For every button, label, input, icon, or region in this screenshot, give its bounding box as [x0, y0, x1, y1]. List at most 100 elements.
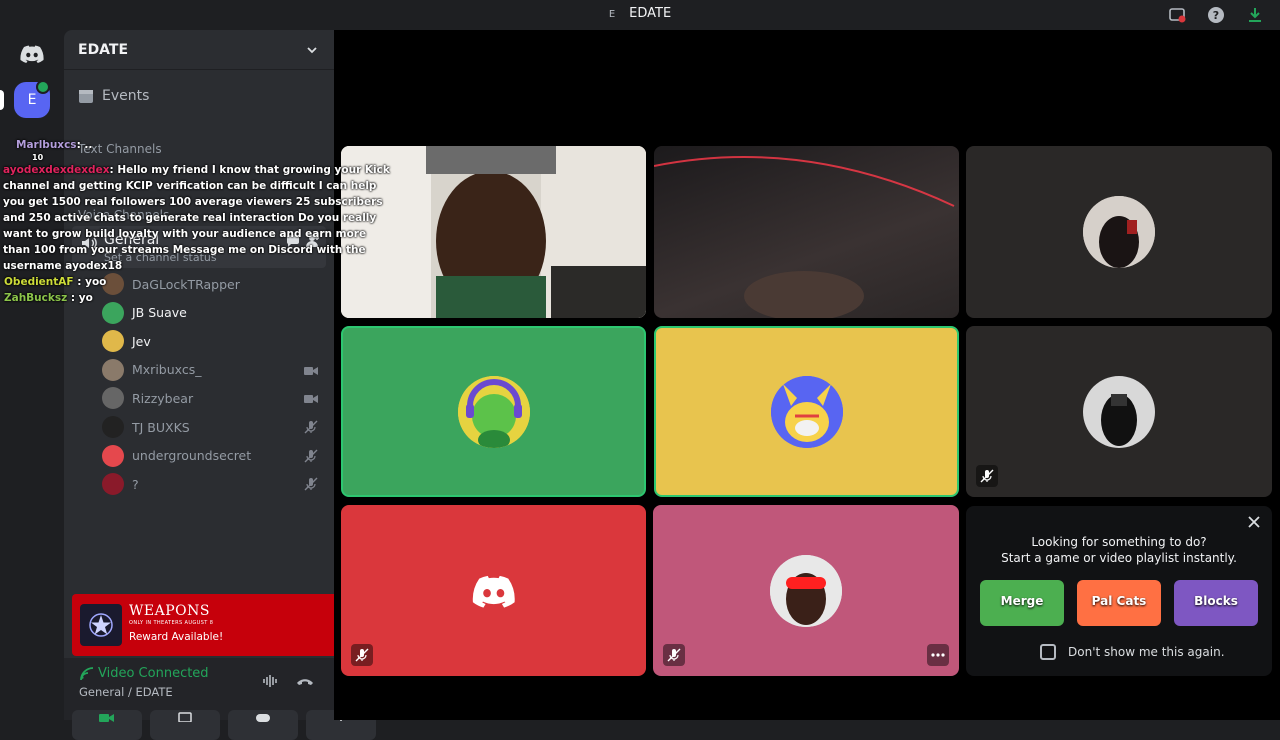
avatar	[102, 330, 124, 353]
activity-game-tile[interactable]: Merge	[980, 580, 1064, 626]
participant-avatar	[1083, 196, 1155, 268]
camera-icon	[304, 395, 318, 404]
more-options-button[interactable]	[927, 644, 949, 666]
voice-member-status	[304, 419, 318, 438]
voice-connected-status[interactable]: Video Connected	[80, 666, 209, 681]
discord-logo-icon	[20, 45, 44, 63]
chat-message: ObedientAF : yoo	[0, 274, 390, 290]
voice-member[interactable]: Mxribuxcs_	[102, 358, 322, 382]
camera-button[interactable]	[72, 710, 142, 740]
voice-member-name: JB Suave	[132, 305, 187, 321]
voice-member-name: ?	[132, 476, 139, 492]
video-tile-question[interactable]	[653, 505, 959, 676]
activity-games: Merge Pal Cats Blocks	[980, 580, 1258, 626]
voice-member[interactable]: undergroundsecret	[102, 444, 322, 468]
video-tile-jb-suave[interactable]	[341, 326, 646, 497]
svg-text:?: ?	[1213, 9, 1219, 22]
voice-member[interactable]: TJ BUXKS	[102, 415, 322, 439]
muted-indicator	[663, 644, 685, 666]
chat-separator: :	[73, 276, 86, 288]
chat-username: ObedientAF	[4, 276, 74, 288]
activity-button[interactable]	[228, 710, 298, 740]
activity-game-name: Blocks	[1194, 594, 1238, 608]
activity-game-tile[interactable]: Pal Cats	[1077, 580, 1161, 626]
calendar-icon	[79, 90, 93, 103]
activity-prompt: Looking for something to do? Start a gam…	[966, 534, 1272, 566]
participant-avatar	[1083, 375, 1155, 448]
voice-member-name: Rizzybear	[132, 390, 194, 406]
server-badge: E	[608, 9, 616, 20]
muted-indicator	[351, 644, 373, 666]
avatar	[102, 416, 124, 438]
voice-channel-path[interactable]: General / EDATE	[79, 685, 173, 699]
events-item[interactable]: Events	[78, 88, 149, 104]
chat-username: ZahBucksz	[4, 292, 68, 304]
participant-video	[654, 156, 955, 318]
chat-badge: 10	[32, 153, 44, 162]
activity-game-name: Merge	[1000, 594, 1044, 608]
video-tile-avatar-3[interactable]	[966, 146, 1272, 318]
chat-separator: : ..	[76, 139, 93, 151]
weapons-logo-icon	[80, 604, 122, 646]
chat-text: yoo	[85, 276, 107, 288]
camera-icon	[304, 366, 318, 375]
live-indicator-icon	[36, 80, 50, 94]
help-icon[interactable]: ?	[1207, 6, 1225, 24]
chat-text: Hello my friend I know that growing your…	[3, 164, 390, 272]
title-bar: E EDATE ?	[0, 0, 1280, 30]
chat-message: ayodexdexdexdex: Hello my friend I know …	[0, 162, 390, 274]
voice-member-status	[304, 476, 318, 495]
voice-connected-label: Video Connected	[98, 666, 209, 681]
promo-title: WEAPONS	[129, 603, 210, 619]
mic-off-icon	[980, 469, 994, 483]
activity-prompt-line1: Looking for something to do?	[1031, 535, 1207, 549]
video-tile-camera-2[interactable]	[654, 146, 959, 318]
video-tile-avatar-6[interactable]	[966, 326, 1272, 497]
ellipsis-icon	[931, 653, 945, 657]
events-label: Events	[102, 88, 150, 104]
inbox-icon[interactable]	[1168, 6, 1186, 24]
server-header[interactable]: EDATE	[64, 30, 334, 70]
dont-show-again[interactable]: Don't show me this again.	[1040, 644, 1225, 660]
gamepad-icon	[256, 714, 270, 722]
camera-icon	[99, 714, 114, 722]
mic-off-icon	[355, 648, 369, 662]
voice-member[interactable]: ?	[102, 472, 322, 496]
screen-share-button[interactable]	[150, 710, 220, 740]
avatar	[102, 387, 124, 410]
disconnect-icon[interactable]	[296, 672, 314, 690]
selected-server-indicator	[0, 90, 4, 110]
muted-indicator	[976, 465, 998, 487]
voice-member-status	[304, 448, 318, 467]
chat-separator: :	[67, 292, 79, 304]
voice-member-status	[304, 362, 318, 381]
voice-member[interactable]: Rizzybear	[102, 386, 322, 410]
download-icon[interactable]	[1246, 6, 1264, 24]
server-name: EDATE	[78, 42, 129, 58]
close-icon[interactable]	[1246, 514, 1262, 530]
activity-game-tile[interactable]: Blocks	[1174, 580, 1258, 626]
video-tile-undergroundsecret[interactable]	[341, 505, 646, 676]
activity-prompt-line2: Start a game or video playlist instantly…	[1001, 551, 1237, 565]
participant-avatar	[457, 375, 530, 448]
discord-logo-icon	[472, 575, 515, 608]
activity-suggestion-card: Looking for something to do? Start a gam…	[966, 506, 1272, 676]
window-title-text: EDATE	[629, 6, 672, 21]
mic-off-icon	[304, 449, 318, 463]
discord-home-button[interactable]	[12, 34, 52, 74]
promo-reward-text: Reward Available!	[129, 631, 224, 643]
chat-message: Marlbuxcs: .. 10	[0, 137, 390, 162]
noise-suppression-icon[interactable]	[262, 672, 280, 690]
participant-avatar	[458, 555, 530, 627]
server-rail: E	[0, 30, 64, 720]
mic-off-icon	[304, 477, 318, 491]
avatar	[102, 473, 124, 496]
video-tile-jev[interactable]	[654, 326, 959, 497]
chat-username: Marlbuxcs	[16, 139, 77, 151]
chat-message: ZahBucksz : yo	[0, 290, 390, 306]
voice-member[interactable]: Jev	[102, 329, 322, 353]
avatar	[102, 444, 124, 467]
activity-game-name: Pal Cats	[1091, 594, 1147, 608]
mic-off-icon	[304, 420, 318, 434]
dont-show-checkbox[interactable]	[1040, 644, 1056, 660]
